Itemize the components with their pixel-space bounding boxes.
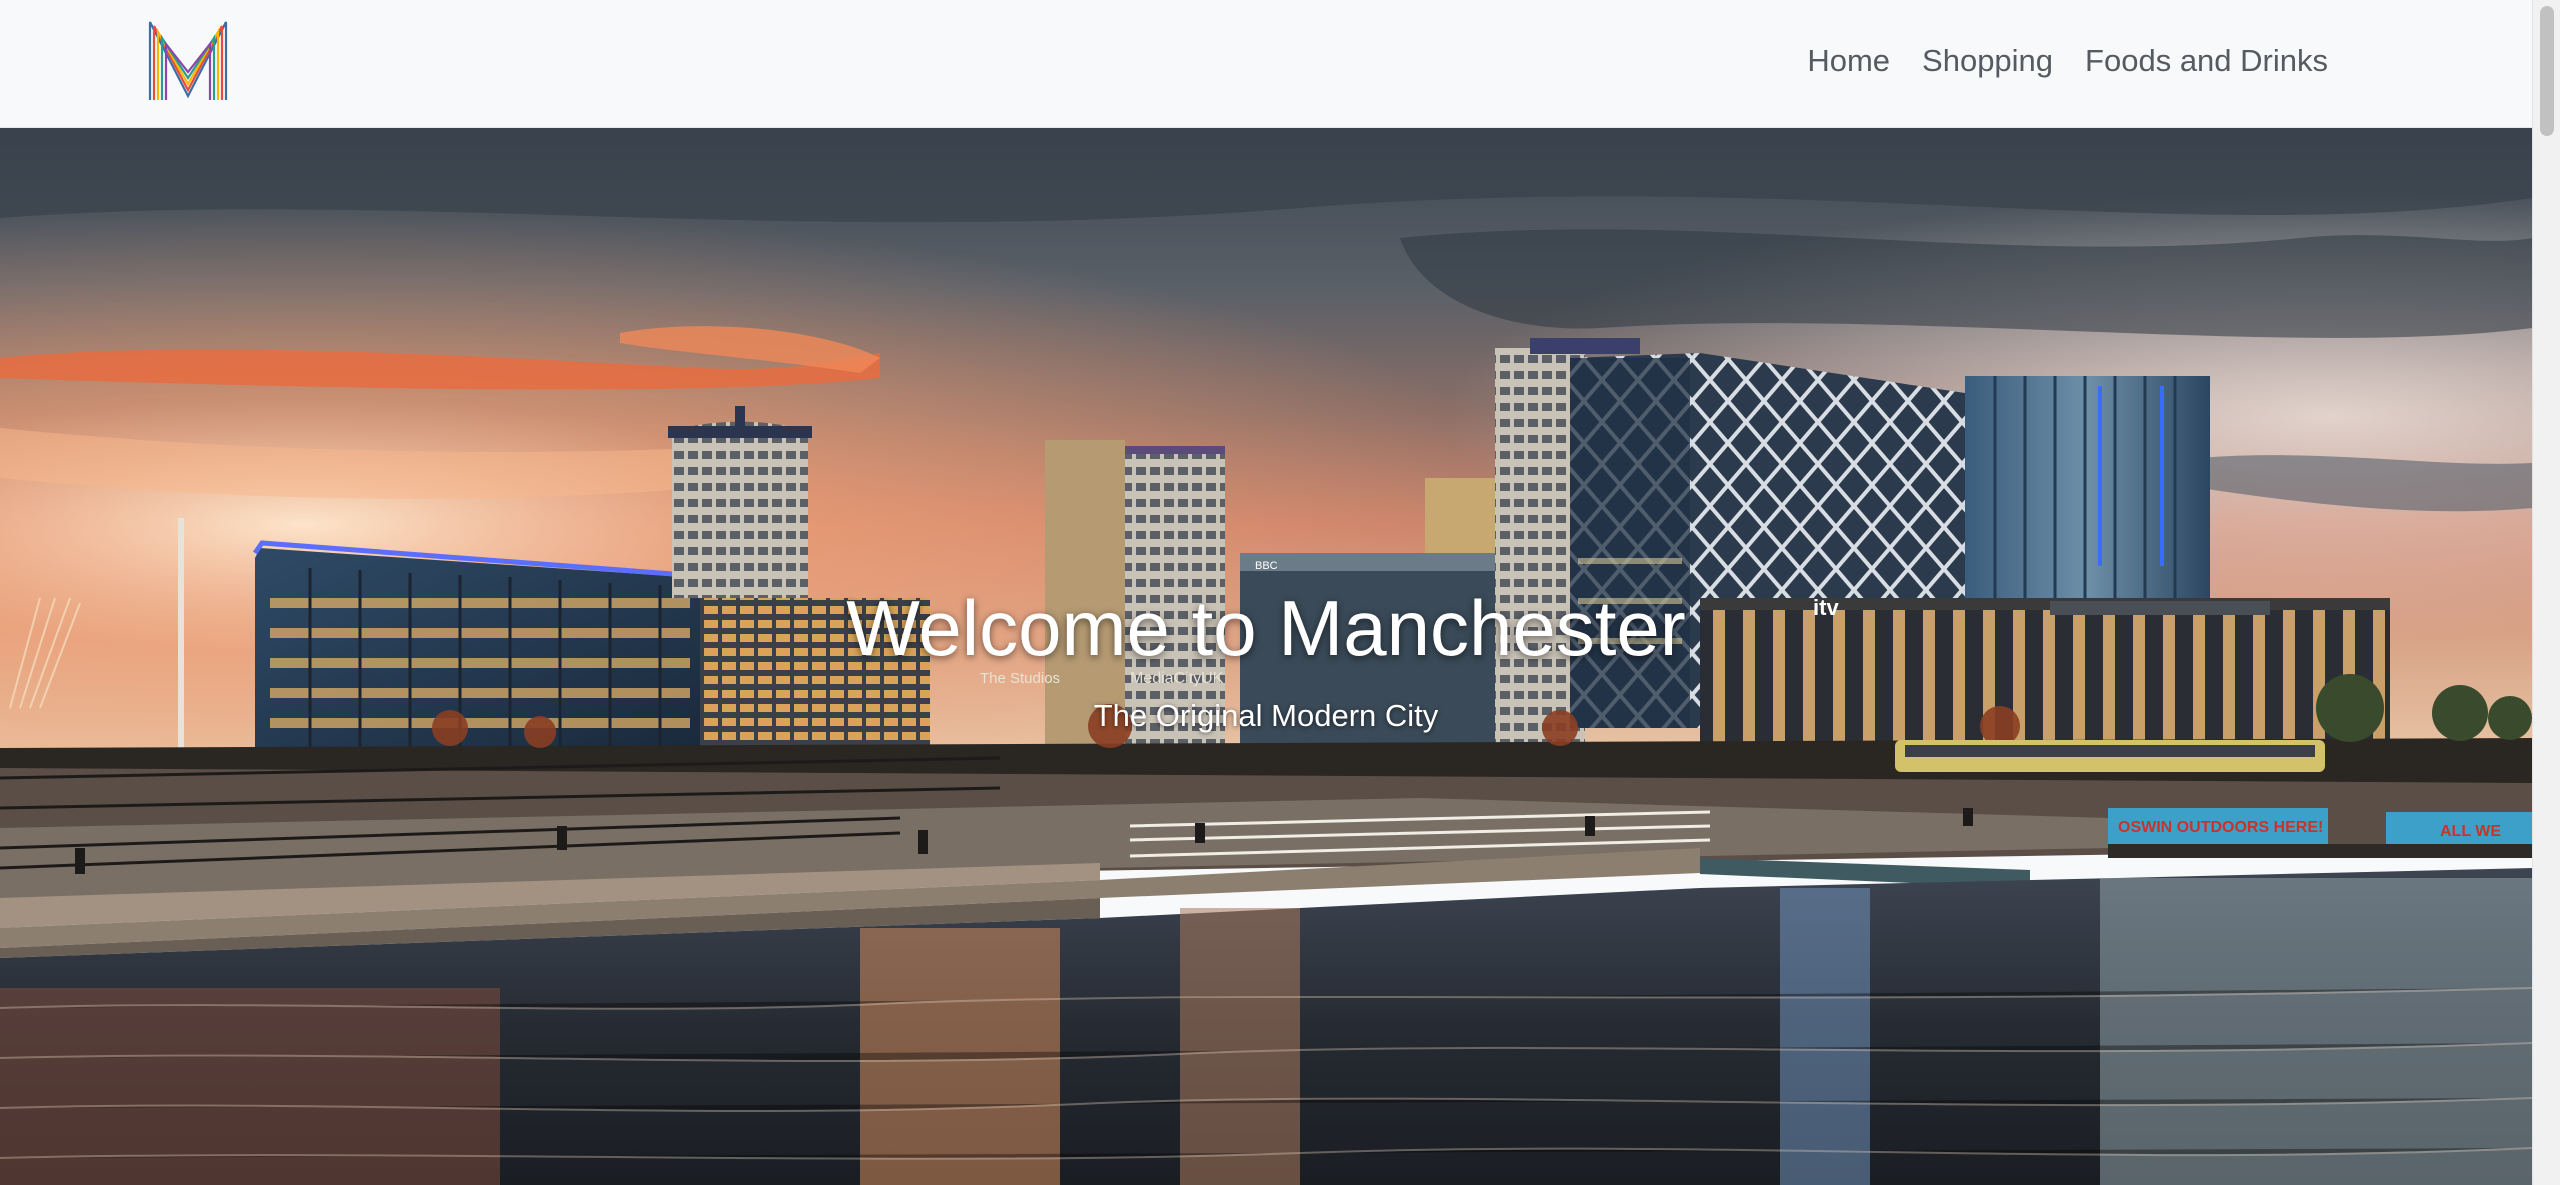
nav-link-shopping[interactable]: Shopping: [1906, 38, 2069, 84]
nav-link-home[interactable]: Home: [1791, 38, 1906, 84]
m-monogram-logo-icon[interactable]: [146, 16, 230, 104]
hero-section: The Studios MediaCityUK BBC itv OSWIN OU…: [0, 128, 2532, 1185]
navbar: Home Shopping Foods and Drinks: [0, 0, 2532, 128]
nav-link-foods-and-drinks[interactable]: Foods and Drinks: [2069, 38, 2344, 84]
banner-all-we: ALL WE: [2440, 823, 2501, 840]
sign-bbc: BBC: [1255, 560, 1278, 572]
scrollbar-thumb[interactable]: [2540, 6, 2554, 136]
hero-title: Welcome to Manchester: [846, 584, 1686, 672]
main-nav: Home Shopping Foods and Drinks: [1791, 38, 2344, 84]
hero-subtitle: The Original Modern City: [1093, 698, 1439, 733]
banner-oswin-outdoors: OSWIN OUTDOORS HERE!: [2118, 819, 2323, 836]
vertical-scrollbar[interactable]: [2532, 0, 2560, 1185]
